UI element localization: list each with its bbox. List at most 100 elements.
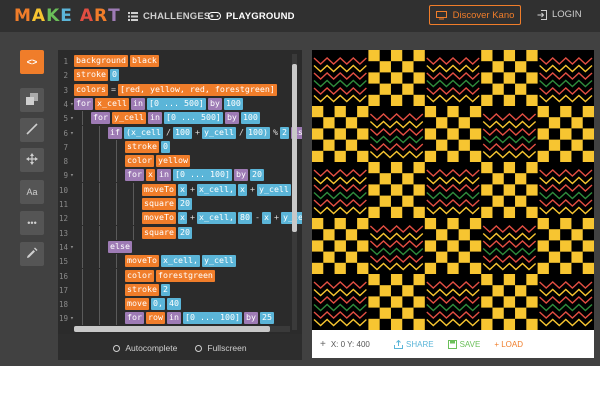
line-number: 15 xyxy=(58,257,68,267)
yellow-square xyxy=(357,240,369,252)
code-line[interactable]: 11 square 20 xyxy=(58,197,302,211)
code-token: x_cell, xyxy=(196,212,236,225)
vertical-scroll-thumb[interactable] xyxy=(292,64,297,232)
move-tool-button[interactable] xyxy=(20,148,44,172)
yellow-square xyxy=(357,128,369,140)
logo-letter: R xyxy=(94,6,109,26)
code-line[interactable]: 6▾if(x_cell/100+y_cell/100)%2is1 xyxy=(58,125,302,140)
code-line[interactable]: 3 colors = [red, yellow, red, forestgreen] xyxy=(58,83,302,97)
yellow-square xyxy=(560,218,572,230)
code-line[interactable]: 13 square 20 xyxy=(58,225,302,240)
more-tool-button[interactable]: ••• xyxy=(20,211,44,235)
fold-arrow-icon[interactable]: ▾ xyxy=(70,242,74,253)
code-line[interactable]: 14 ▾ else xyxy=(58,239,302,254)
code-token: row xyxy=(146,312,165,325)
code-tool-button[interactable]: <> xyxy=(20,50,44,74)
indent-guide xyxy=(82,268,83,283)
yellow-square xyxy=(481,184,493,196)
nav-challenges[interactable]: CHALLENGES xyxy=(128,9,210,23)
horizontal-scrollbar[interactable] xyxy=(74,326,290,332)
vertical-scrollbar[interactable] xyxy=(292,54,297,330)
code-area[interactable]: 1 background black 2 stroke 0 3 colors = [red, ye… xyxy=(58,50,302,334)
fullscreen-radio[interactable] xyxy=(195,344,203,352)
yellow-square xyxy=(481,206,493,218)
code-line[interactable]: 4 ▾ for x_cell in [0 ... 500] by 100 xyxy=(58,97,302,111)
yellow-square xyxy=(447,150,459,162)
code-line[interactable]: 7 stroke 0 xyxy=(58,139,302,154)
code-token: y_cell xyxy=(256,183,291,196)
indent-guide xyxy=(99,154,100,169)
code-token: x_cell xyxy=(95,97,129,110)
code-token: % xyxy=(272,126,278,137)
yellow-square xyxy=(469,106,482,118)
login-button[interactable]: LOGIN xyxy=(537,9,582,20)
fold-arrow-icon[interactable]: ▾ xyxy=(70,170,74,181)
code-token: in xyxy=(147,112,162,125)
load-label: + LOAD xyxy=(494,339,523,349)
code-token: moveTo xyxy=(142,212,176,225)
fold-arrow-icon[interactable]: ▾ xyxy=(70,113,74,124)
fold-arrow-icon[interactable]: ▾ xyxy=(70,313,74,324)
code-token: forestgreen xyxy=(155,269,215,282)
nav-playground[interactable]: PLAYGROUND xyxy=(208,9,295,23)
yellow-square xyxy=(481,296,493,308)
indent-guide xyxy=(116,311,117,326)
art-canvas[interactable] xyxy=(312,50,594,330)
yellow-square xyxy=(458,139,470,151)
code-line[interactable]: 1 background black xyxy=(58,54,302,68)
code-token: 0 xyxy=(160,140,170,153)
more-icon: ••• xyxy=(27,218,37,228)
fold-arrow-icon[interactable]: ▾ xyxy=(70,128,74,139)
save-button[interactable]: SAVE xyxy=(447,339,480,349)
code-token: 0, xyxy=(150,298,165,311)
make-art-logo[interactable]: MAKE ART xyxy=(14,6,121,26)
yellow-square xyxy=(481,162,493,174)
code-line[interactable]: 15 moveTo x_cell, y_cell xyxy=(58,254,302,269)
code-token: y_cell xyxy=(201,255,236,268)
yellow-square xyxy=(503,184,516,196)
yellow-square xyxy=(492,307,504,319)
code-line[interactable]: 19 ▾ for row in [0 ... 100] by 25 xyxy=(58,311,302,326)
yellow-square xyxy=(436,229,448,241)
discover-kano-label: Discover Kano xyxy=(452,9,515,21)
code-line[interactable]: 18 move 0, 40 xyxy=(58,297,302,312)
yellow-square xyxy=(548,229,561,241)
code-line[interactable]: 2 stroke 0 xyxy=(58,68,302,82)
line-number: 13 xyxy=(58,228,68,238)
code-line[interactable]: 10 moveTo x + x_cell, x + y_cell xyxy=(58,182,302,197)
autocomplete-radio[interactable] xyxy=(113,344,121,352)
code-token: x xyxy=(177,212,187,225)
yellow-square xyxy=(402,173,414,185)
indent-guide xyxy=(116,282,117,297)
code-line[interactable]: 8 color yellow xyxy=(58,154,302,169)
discover-kano-button[interactable]: Discover Kano xyxy=(429,5,521,25)
code-line[interactable]: 5 ▾ for y_cell in [0 ... 500] by 100 xyxy=(58,111,302,126)
fullscreen-toggle[interactable]: Fullscreen xyxy=(195,343,247,353)
code-line[interactable]: 12moveTox+x_cell,80-x+y_cell xyxy=(58,211,302,226)
code-token: + xyxy=(189,183,195,194)
indent-guide xyxy=(99,254,100,269)
share-button[interactable]: SHARE xyxy=(394,339,434,349)
code-line[interactable]: 17 stroke 2 xyxy=(58,282,302,297)
text-tool-button[interactable]: Aa xyxy=(20,180,44,204)
code-line[interactable]: 16 color forestgreen xyxy=(58,268,302,283)
logo-letter: M xyxy=(14,6,32,26)
yellow-square xyxy=(436,251,448,263)
yellow-square xyxy=(571,251,583,263)
art-canvas-drawing xyxy=(312,50,594,330)
code-token: stroke xyxy=(74,69,108,82)
autocomplete-toggle[interactable]: Autocomplete xyxy=(113,343,177,353)
line-number: 8 xyxy=(63,157,68,167)
load-button[interactable]: + LOAD xyxy=(494,340,523,349)
gamepad-icon xyxy=(208,12,221,20)
indent-guide xyxy=(99,311,100,326)
yellow-square xyxy=(413,318,425,330)
code-line[interactable]: 9 ▾ for x in [0 ... 100] by 20 xyxy=(58,168,302,183)
lines-tool-button[interactable] xyxy=(20,118,44,142)
color-picker-tool-button[interactable] xyxy=(20,242,44,266)
yellow-square xyxy=(379,195,391,207)
move-icon xyxy=(26,153,38,167)
shapes-tool-button[interactable] xyxy=(20,88,44,112)
horizontal-scroll-thumb[interactable] xyxy=(74,326,270,332)
yellow-square xyxy=(357,106,369,118)
